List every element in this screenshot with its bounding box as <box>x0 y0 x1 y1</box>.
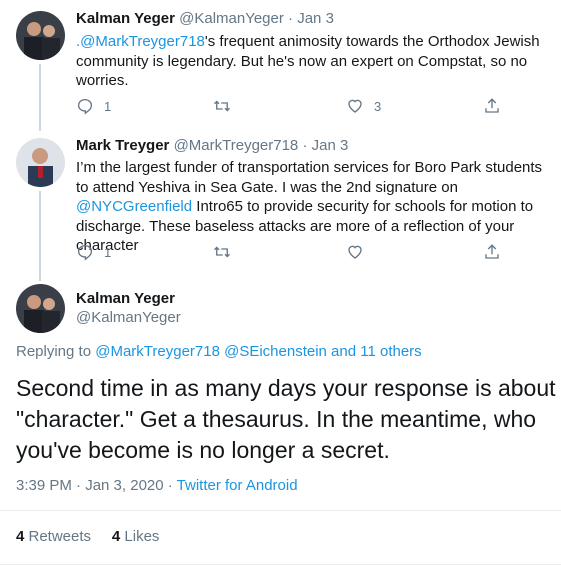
mention-link[interactable]: .@MarkTreyger718 <box>76 33 205 50</box>
replying-to-links[interactable]: @MarkTreyger718 @SEichenstein and 11 oth… <box>95 343 421 360</box>
reply-button[interactable]: 1 <box>76 243 111 261</box>
retweet-button[interactable] <box>213 243 231 261</box>
share-icon <box>485 244 499 259</box>
author-handle[interactable]: @MarkTreyger718 <box>174 137 299 154</box>
share-icon <box>485 98 499 113</box>
separator: · <box>288 10 294 27</box>
main-tweet-text: Second time in as many days your respons… <box>16 375 556 463</box>
tweet-text-part1: I’m the largest funder of transportation… <box>76 159 543 196</box>
author-handle[interactable]: @KalmanYeger <box>179 10 284 27</box>
share-button[interactable] <box>483 97 501 115</box>
heart-icon <box>348 245 362 259</box>
replying-to: Replying to @MarkTreyger718 @SEichenstei… <box>16 343 422 360</box>
tweet-date[interactable]: Jan 3 <box>312 137 349 154</box>
reply-icon <box>77 244 93 261</box>
tweet-text: I’m the largest funder of transportation… <box>76 158 556 256</box>
author-handle[interactable]: @KalmanYeger <box>76 309 181 326</box>
like-count: 3 <box>374 98 382 114</box>
author-name[interactable]: Mark Treyger <box>76 137 169 154</box>
reply-icon <box>77 98 93 115</box>
tweet-metadata: 3:39 PM · Jan 3, 2020 · Twitter for Andr… <box>16 477 298 494</box>
retweet-icon <box>214 100 230 112</box>
like-count: 4 <box>111 528 121 545</box>
thread-line <box>39 64 41 131</box>
like-button[interactable] <box>346 243 364 261</box>
reply-count: 1 <box>104 244 112 260</box>
like-label: Likes <box>120 528 160 545</box>
likes-stat[interactable]: 4 Likes <box>112 528 160 545</box>
mention-link[interactable]: @NYCGreenfield <box>76 198 192 215</box>
timestamp[interactable]: 3:39 PM · Jan 3, 2020 · <box>16 477 177 494</box>
retweets-stat[interactable]: 4 Retweets <box>16 528 91 545</box>
avatar[interactable] <box>16 11 65 60</box>
heart-icon <box>348 99 362 113</box>
replying-prefix: Replying to <box>16 343 96 360</box>
retweet-label: Retweets <box>24 528 92 545</box>
divider <box>0 564 561 565</box>
engagement-stats: 4 Retweets 4 Likes <box>16 528 159 545</box>
reply-count: 1 <box>104 98 112 114</box>
tweet-date[interactable]: Jan 3 <box>297 10 334 27</box>
separator: · <box>302 137 308 154</box>
avatar[interactable] <box>16 284 65 333</box>
share-button[interactable] <box>483 243 501 261</box>
author-name[interactable]: Kalman Yeger <box>76 10 175 27</box>
source-link[interactable]: Twitter for Android <box>177 477 298 494</box>
thread-line <box>39 191 41 281</box>
retweet-button[interactable] <box>213 97 231 115</box>
avatar[interactable] <box>16 138 65 187</box>
reply-button[interactable]: 1 <box>76 97 111 115</box>
retweet-icon <box>214 246 230 258</box>
tweet-text: .@MarkTreyger718's frequent animosity to… <box>76 32 556 91</box>
like-button[interactable]: 3 <box>346 97 381 115</box>
author-name[interactable]: Kalman Yeger <box>76 290 175 307</box>
divider <box>0 510 561 511</box>
